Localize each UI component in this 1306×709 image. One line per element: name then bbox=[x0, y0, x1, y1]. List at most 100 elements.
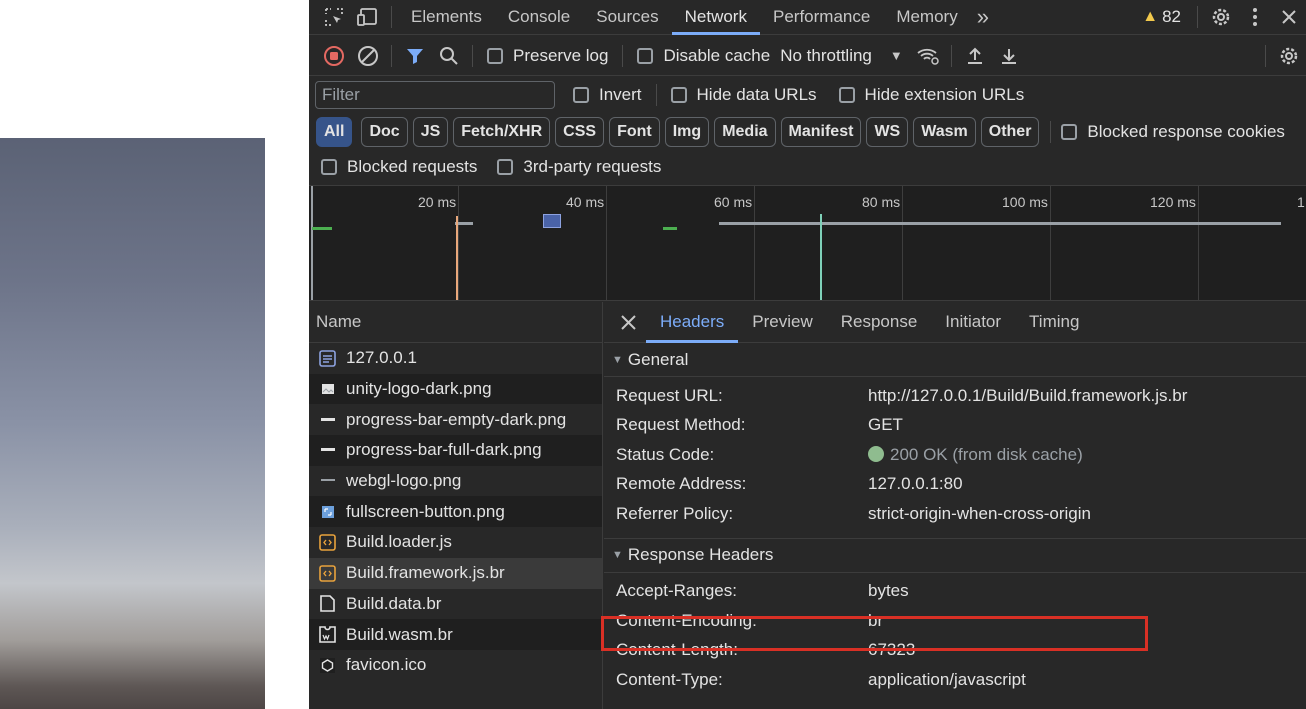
type-filter-img[interactable]: Img bbox=[664, 117, 710, 147]
type-filter-doc[interactable]: Doc bbox=[361, 117, 408, 147]
request-row[interactable]: Build.loader.js bbox=[309, 527, 602, 558]
type-filter-manifest[interactable]: Manifest bbox=[780, 117, 862, 147]
type-filter-fetch-xhr[interactable]: Fetch/XHR bbox=[453, 117, 551, 147]
type-filter-css[interactable]: CSS bbox=[555, 117, 605, 147]
script-icon bbox=[319, 534, 336, 551]
tab-timing[interactable]: Timing bbox=[1015, 302, 1093, 343]
type-filter-font[interactable]: Font bbox=[609, 117, 660, 147]
tab-headers[interactable]: Headers bbox=[646, 302, 739, 343]
general-section-header[interactable]: ▼ General bbox=[604, 343, 1306, 377]
tab-response[interactable]: Response bbox=[827, 302, 932, 343]
tab-network[interactable]: Network bbox=[671, 0, 761, 35]
type-filter-other[interactable]: Other bbox=[980, 117, 1040, 147]
general-section-title: General bbox=[627, 349, 689, 369]
header-key: Request URL: bbox=[616, 385, 723, 405]
request-row[interactable]: progress-bar-empty-dark.png bbox=[309, 404, 602, 435]
request-row[interactable]: favicon.ico bbox=[309, 650, 602, 681]
disable-cache-checkbox[interactable]: Disable cache bbox=[637, 46, 770, 66]
header-row-content-encoding: Content-Encoding: br bbox=[604, 606, 1306, 636]
tab-memory[interactable]: Memory bbox=[883, 0, 970, 35]
type-filter-js[interactable]: JS bbox=[412, 117, 449, 147]
request-row-selected[interactable]: Build.framework.js.br bbox=[309, 557, 602, 589]
checkbox-box[interactable] bbox=[321, 158, 337, 175]
devtools-panel: Elements Console Sources Network Perform… bbox=[309, 0, 1306, 709]
tab-console[interactable]: Console bbox=[495, 0, 583, 35]
hide-data-urls-checkbox[interactable]: Hide data URLs bbox=[670, 85, 817, 105]
checkbox-box[interactable] bbox=[497, 158, 514, 175]
header-row: Status Code: 200 OK (from disk cache) bbox=[604, 440, 1306, 470]
divider bbox=[604, 529, 1306, 539]
network-overview-timeline[interactable]: 20 ms 40 ms 60 ms 80 ms 100 ms 120 ms 1 bbox=[309, 185, 1306, 301]
header-value: 200 OK (from disk cache) bbox=[890, 444, 1083, 464]
network-conditions-icon[interactable] bbox=[911, 41, 945, 71]
divider bbox=[391, 44, 392, 67]
image-icon bbox=[319, 473, 336, 490]
checkbox-box[interactable] bbox=[637, 47, 654, 64]
request-name: progress-bar-empty-dark.png bbox=[346, 409, 567, 429]
request-name: fullscreen-button.png bbox=[346, 501, 505, 521]
unity-canvas[interactable] bbox=[0, 138, 265, 709]
invert-checkbox[interactable]: Invert bbox=[573, 85, 642, 105]
general-section: Request URL: http://127.0.0.1/Build/Buil… bbox=[604, 377, 1306, 529]
type-filter-all[interactable]: All bbox=[316, 117, 353, 147]
filter-funnel-icon[interactable] bbox=[398, 41, 432, 71]
import-har-icon[interactable] bbox=[958, 41, 992, 71]
clear-icon[interactable] bbox=[351, 41, 385, 71]
settings-gear-icon[interactable] bbox=[1204, 2, 1238, 32]
checkbox-box[interactable] bbox=[573, 87, 589, 103]
network-settings-gear-icon[interactable] bbox=[1272, 41, 1306, 71]
tab-preview[interactable]: Preview bbox=[738, 302, 826, 343]
tab-elements[interactable]: Elements bbox=[398, 0, 495, 35]
request-row[interactable]: unity-logo-dark.png bbox=[309, 373, 602, 405]
device-toolbar-icon[interactable] bbox=[351, 2, 385, 32]
throttling-select[interactable]: No throttling ▼ bbox=[780, 46, 903, 66]
request-row[interactable]: Build.data.br bbox=[309, 589, 602, 620]
blocked-requests-label: Blocked requests bbox=[347, 156, 478, 176]
checkbox-box[interactable] bbox=[1061, 124, 1078, 140]
divider bbox=[1050, 121, 1052, 143]
type-filter-media[interactable]: Media bbox=[714, 117, 776, 147]
tab-performance[interactable]: Performance bbox=[760, 0, 883, 35]
divider bbox=[1265, 44, 1266, 67]
header-row: Content-Length: 67323 bbox=[604, 636, 1306, 666]
response-headers-section-header[interactable]: ▼ Response Headers bbox=[604, 539, 1306, 573]
hide-data-urls-label: Hide data URLs bbox=[696, 85, 817, 104]
close-devtools-icon[interactable] bbox=[1272, 2, 1306, 32]
tab-sources[interactable]: Sources bbox=[583, 0, 671, 35]
request-list: Name 127.0.0.1 unity-logo-dark.png progr… bbox=[309, 302, 603, 709]
blocked-requests-checkbox[interactable]: Blocked requests bbox=[321, 157, 477, 177]
checkbox-box[interactable] bbox=[487, 47, 503, 64]
type-filter-ws[interactable]: WS bbox=[866, 117, 909, 147]
timeline-gridline bbox=[754, 186, 755, 300]
more-options-icon[interactable] bbox=[1238, 2, 1272, 32]
inspect-element-icon[interactable] bbox=[317, 2, 351, 32]
request-name: Build.loader.js bbox=[346, 532, 452, 552]
favicon-icon bbox=[319, 657, 336, 674]
more-tabs-button[interactable]: » bbox=[971, 0, 995, 35]
tab-initiator[interactable]: Initiator bbox=[931, 302, 1015, 343]
timeline-dom-content-loaded-line bbox=[456, 216, 458, 300]
preserve-log-checkbox[interactable]: Preserve log bbox=[487, 46, 608, 66]
blocked-response-cookies-checkbox[interactable]: Blocked response cookies bbox=[1061, 122, 1285, 142]
search-icon[interactable] bbox=[432, 41, 466, 71]
name-column-header[interactable]: Name bbox=[309, 302, 602, 343]
export-har-icon[interactable] bbox=[992, 41, 1026, 71]
request-row[interactable]: Build.wasm.br bbox=[309, 619, 602, 650]
request-row[interactable]: fullscreen-button.png bbox=[309, 496, 602, 528]
checkbox-box[interactable] bbox=[670, 87, 687, 103]
request-name: Build.wasm.br bbox=[346, 624, 453, 644]
warnings-counter[interactable]: ▲ 82 bbox=[1142, 7, 1181, 27]
request-row[interactable]: progress-bar-full-dark.png bbox=[309, 435, 602, 466]
third-party-requests-checkbox[interactable]: 3rd-party requests bbox=[497, 157, 661, 177]
filter-input[interactable]: Filter bbox=[315, 81, 555, 109]
checkbox-box[interactable] bbox=[838, 87, 855, 103]
type-filter-wasm[interactable]: Wasm bbox=[913, 117, 976, 147]
request-row[interactable]: 127.0.0.1 bbox=[309, 343, 602, 374]
timeline-load-event-line bbox=[820, 214, 822, 300]
close-details-icon[interactable] bbox=[614, 307, 642, 337]
stop-recording-icon[interactable] bbox=[317, 41, 351, 71]
request-row[interactable]: webgl-logo.png bbox=[309, 466, 602, 497]
hide-extension-urls-checkbox[interactable]: Hide extension URLs bbox=[838, 85, 1024, 105]
resource-type-filters: All Doc JS Fetch/XHR CSS Font Img Media … bbox=[309, 114, 1306, 150]
timeline-tick-label: 100 ms bbox=[1002, 194, 1048, 210]
